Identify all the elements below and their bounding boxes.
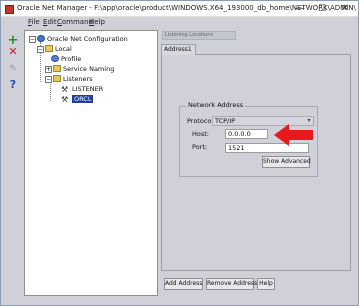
listener-section-select[interactable]: Listening Locations — [162, 31, 236, 40]
network-config-icon — [37, 35, 45, 42]
tree-item-label: Listeners — [63, 75, 93, 83]
profile-icon — [51, 55, 59, 62]
collapse-toggle-icon[interactable]: − — [45, 76, 52, 83]
tree-item-service-naming[interactable]: + Service Naming — [45, 64, 114, 74]
port-label: Port: — [192, 143, 208, 151]
remove-icon[interactable]: ✕ — [6, 45, 20, 59]
listener-icon: ⚒ — [61, 85, 69, 94]
tree-item-label: Profile — [61, 55, 82, 63]
tree-item-listener[interactable]: ⚒ LISTENER — [61, 84, 103, 94]
menu-file-label: ile — [31, 18, 40, 26]
window-bottom-edge — [1, 298, 358, 305]
network-address-heading: Network Address — [186, 101, 246, 109]
tree-item-label: Service Naming — [63, 65, 115, 73]
oracle-app-icon — [5, 5, 14, 14]
menu-command[interactable]: Command — [57, 18, 93, 26]
tree-item-listeners[interactable]: − Listeners — [45, 74, 93, 84]
rename-icon[interactable]: ✎ — [6, 62, 20, 76]
menu-bar: File Edit Command Help — [1, 17, 358, 29]
expand-toggle-icon[interactable]: + — [45, 66, 52, 73]
host-label: Host: — [192, 130, 209, 138]
show-advanced-button[interactable]: Show Advanced — [262, 156, 311, 168]
folder-icon — [53, 65, 61, 72]
red-arrow-annotation-icon — [274, 124, 313, 146]
title-bar[interactable]: Oracle Net Manager - F:\app\oracle\produ… — [1, 1, 358, 17]
tab-address1[interactable]: Address1 — [161, 44, 196, 55]
help-icon[interactable]: ? — [6, 78, 20, 92]
collapse-toggle-icon[interactable]: − — [37, 46, 44, 53]
close-button[interactable]: ✕ — [334, 2, 356, 16]
menu-edit-label: dit — [47, 18, 57, 26]
tree-item-label: Local — [55, 45, 72, 53]
tree-item-label: LISTENER — [72, 85, 104, 93]
remove-address-button[interactable]: Remove Address — [206, 278, 257, 290]
menu-help[interactable]: Help — [89, 18, 105, 26]
minimize-button[interactable]: — — [289, 2, 311, 16]
host-input[interactable]: 0.0.0.0 — [225, 129, 268, 139]
tree-item-orcl-selected[interactable]: ⚒ ORCL — [61, 94, 94, 104]
folder-icon — [45, 45, 53, 52]
help-button[interactable]: Help — [257, 278, 275, 290]
menu-edit[interactable]: Edit — [43, 18, 57, 26]
add-address-button[interactable]: Add Address — [164, 278, 203, 290]
folder-icon — [53, 75, 61, 82]
collapse-toggle-icon[interactable]: − — [29, 36, 36, 43]
tree-guide-line — [50, 81, 51, 101]
tree-item-label: Oracle Net Configuration — [47, 35, 128, 43]
menu-help-label: elp — [94, 18, 105, 26]
listener-icon: ⚒ — [61, 95, 69, 104]
tree-item-profile[interactable]: Profile — [51, 54, 81, 64]
menu-file[interactable]: File — [28, 18, 40, 26]
maximize-button[interactable]: ☐ — [311, 2, 333, 16]
navigator-tree: − Oracle Net Configuration − Local Profile… — [24, 30, 158, 296]
tree-item-oracle-net-configuration[interactable]: − Oracle Net Configuration — [29, 34, 128, 44]
tree-item-label: ORCL — [72, 95, 94, 103]
tree-item-local[interactable]: − Local — [37, 44, 72, 54]
